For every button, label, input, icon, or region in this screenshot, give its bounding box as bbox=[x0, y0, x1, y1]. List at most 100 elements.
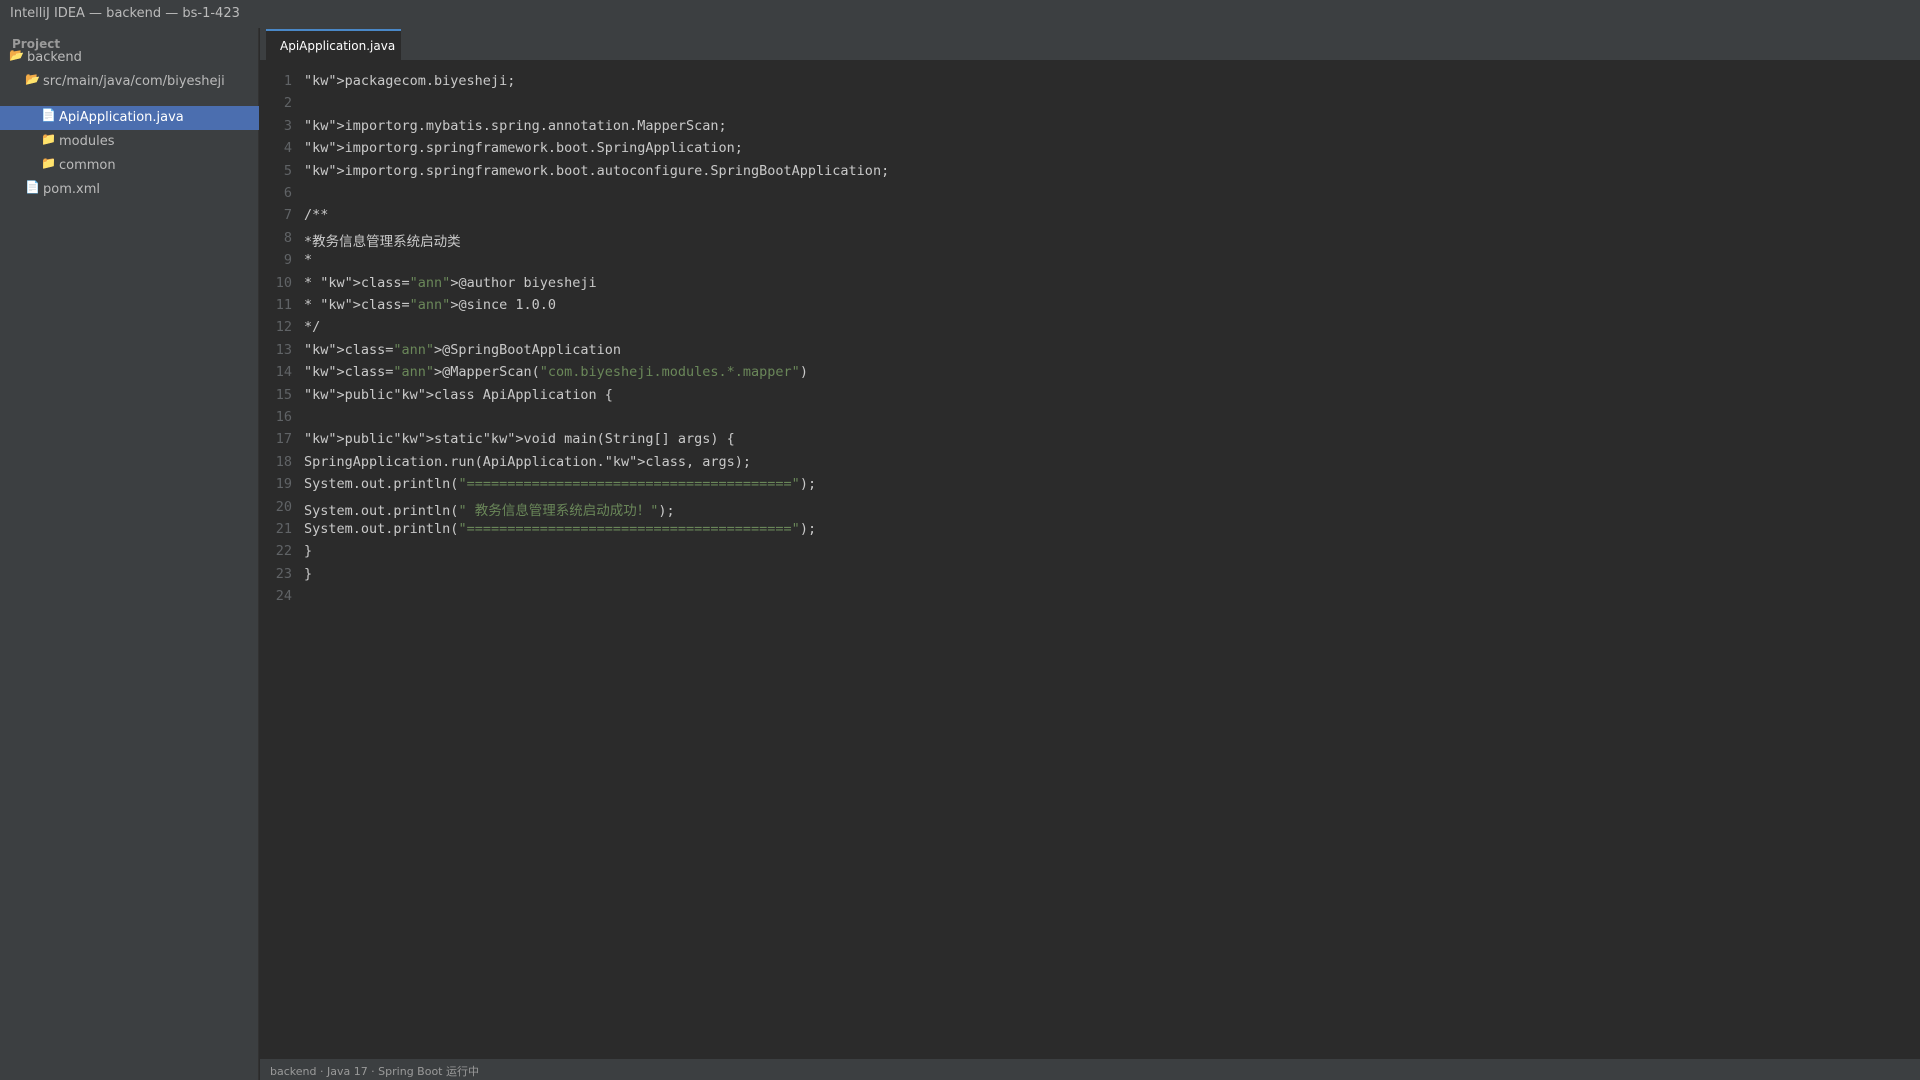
code-token: "kw">class= bbox=[304, 341, 394, 358]
tree-item-backend[interactable]: 📂 backend bbox=[0, 46, 259, 70]
code-token: SpringApplication.run(ApiApplication."kw… bbox=[304, 453, 752, 470]
tree-item-apiapplication[interactable]: 📄 ApiApplication.java bbox=[0, 106, 259, 130]
line-number: 24 bbox=[275, 588, 292, 605]
line-code: System.out.println("====================… bbox=[304, 521, 816, 537]
folder-open-icon: 📂 bbox=[25, 72, 40, 86]
line-number: 19 bbox=[275, 476, 292, 493]
window-title: IntelliJ IDEA — backend — bs-1-423 bbox=[10, 6, 240, 21]
code-line[interactable]: 3 "kw">importorg.mybatis.spring.annotatio… bbox=[260, 118, 1920, 140]
string-token: " 教务信息管理系统启动成功！" bbox=[458, 502, 659, 519]
code-line[interactable]: 21 System.out.println("==================… bbox=[260, 521, 1920, 543]
code-token: System.out.println( bbox=[304, 521, 459, 537]
tree-item-label: backend bbox=[27, 50, 82, 65]
line-code: * "kw">class="ann">@author biyesheji bbox=[304, 275, 597, 291]
code-token: ); bbox=[799, 521, 817, 537]
line-code: /** bbox=[304, 207, 328, 223]
tree-item-src-folder[interactable]: 📂 src/main/java/com/biyesheji bbox=[0, 70, 259, 94]
title-bar: IntelliJ IDEA — backend — bs-1-423 bbox=[0, 0, 1920, 28]
tree-item-label: src/main/java/com/biyesheji bbox=[43, 74, 225, 89]
string-token: "com.biyesheji.modules.*.mapper" bbox=[539, 364, 800, 381]
file-icon: 📄 bbox=[41, 108, 56, 122]
line-code: * bbox=[304, 252, 312, 268]
code-line[interactable]: 13 "kw">class="ann">@SpringBootApplicatio… bbox=[260, 342, 1920, 364]
string-token: "=======================================… bbox=[458, 521, 800, 537]
line-number: 13 bbox=[275, 341, 292, 358]
code-line[interactable]: 5 "kw">importorg.springframework.boot.aut… bbox=[260, 163, 1920, 185]
line-number: 7 bbox=[283, 207, 292, 224]
code-line[interactable]: 16 bbox=[260, 409, 1920, 431]
line-number: 23 bbox=[275, 565, 292, 582]
code-token: System.out.println( bbox=[304, 476, 459, 493]
code-line[interactable]: 20 System.out.println(" 教务信息管理系统启动成功！"); bbox=[260, 499, 1920, 521]
line-number: 4 bbox=[283, 140, 292, 157]
code-line[interactable]: 9 * bbox=[260, 252, 1920, 274]
editor-tab-bar: ApiApplication.java bbox=[260, 28, 1920, 60]
tree-item-modules[interactable]: 📁 modules bbox=[0, 130, 259, 154]
annotation-token: "ann" bbox=[393, 364, 435, 381]
line-code: System.out.println("====================… bbox=[304, 476, 816, 492]
code-line[interactable]: 17 "kw">public"kw">static"kw">void main(S… bbox=[260, 431, 1920, 453]
code-line[interactable]: 8 *教务信息管理系统启动类 bbox=[260, 230, 1920, 252]
line-code: "kw">class="ann">@SpringBootApplication bbox=[304, 342, 621, 358]
code-editor[interactable]: 1 "kw">packagecom.biyesheji; 2 3 "kw">import… bbox=[260, 60, 1920, 1059]
code-line[interactable]: 14 "kw">class="ann">@MapperScan("com.biye… bbox=[260, 364, 1920, 386]
code-line[interactable]: 4 "kw">importorg.springframework.boot.Spr… bbox=[260, 140, 1920, 162]
file-icon: 📄 bbox=[25, 180, 40, 194]
code-token: } bbox=[304, 565, 313, 582]
folder-icon: 📁 bbox=[41, 132, 56, 146]
code-token: "kw">public"kw">static"kw">void main(Str… bbox=[304, 431, 735, 448]
code-token: */ bbox=[304, 319, 321, 336]
tree-item-label: modules bbox=[59, 134, 115, 149]
tree-item-label: common bbox=[59, 158, 116, 173]
code-token: /** bbox=[304, 207, 329, 224]
code-token: * "kw">class= bbox=[304, 274, 410, 291]
annotation-token: "ann" bbox=[409, 297, 451, 313]
code-line[interactable]: 10 * "kw">class="ann">@author biyesheji bbox=[260, 275, 1920, 297]
tree-item-common[interactable]: 📁 common bbox=[0, 154, 259, 178]
line-number: 12 bbox=[275, 319, 292, 336]
code-token: "kw">importorg.mybatis.spring.annotation… bbox=[304, 117, 727, 134]
line-code: } bbox=[304, 543, 312, 559]
tree-item-label: pom.xml bbox=[43, 182, 100, 197]
line-number: 8 bbox=[283, 229, 292, 246]
tree-item-pom[interactable]: 📄 pom.xml bbox=[0, 178, 259, 202]
tree-item-label: ApiApplication.java bbox=[59, 110, 184, 125]
code-line[interactable]: 22} bbox=[260, 543, 1920, 565]
line-code: * "kw">class="ann">@since 1.0.0 bbox=[304, 297, 556, 313]
tab-apiapplication[interactable]: ApiApplication.java bbox=[266, 29, 401, 60]
line-code: "kw">public"kw">class ApiApplication { bbox=[304, 387, 613, 403]
code-line[interactable]: 18 SpringApplication.run(ApiApplication."… bbox=[260, 454, 1920, 476]
line-number: 1 bbox=[283, 73, 292, 89]
line-number: 20 bbox=[275, 498, 292, 515]
code-line[interactable]: 11 * "kw">class="ann">@since 1.0.0 bbox=[260, 297, 1920, 319]
line-number: 3 bbox=[283, 117, 292, 134]
code-line[interactable]: 2 bbox=[260, 95, 1920, 117]
line-number: 5 bbox=[283, 162, 292, 179]
line-code: *教务信息管理系统启动类 bbox=[304, 230, 461, 250]
code-line[interactable]: 23} bbox=[260, 566, 1920, 588]
line-number: 10 bbox=[275, 274, 292, 291]
code-line[interactable]: 6 bbox=[260, 185, 1920, 207]
code-token: "kw">packagecom.biyesheji; bbox=[304, 73, 516, 89]
line-number: 17 bbox=[275, 431, 292, 448]
code-line[interactable]: 15 "kw">public"kw">class ApiApplication { bbox=[260, 387, 1920, 409]
line-number: 2 bbox=[283, 95, 292, 112]
annotation-token: "ann" bbox=[409, 274, 451, 291]
code-token: * "kw">class= bbox=[304, 297, 410, 313]
line-code: "kw">importorg.springframework.boot.Spri… bbox=[304, 140, 743, 156]
folder-icon: 📁 bbox=[41, 156, 56, 170]
code-line[interactable]: 12 */ bbox=[260, 319, 1920, 341]
line-code: "kw">importorg.mybatis.spring.annotation… bbox=[304, 118, 727, 134]
code-line[interactable]: 24 bbox=[260, 588, 1920, 610]
code-token: >@author biyesheji bbox=[450, 274, 597, 291]
code-line[interactable]: 7 /** bbox=[260, 207, 1920, 229]
code-line[interactable]: 19 System.out.println("==================… bbox=[260, 476, 1920, 498]
code-line[interactable]: 1 "kw">packagecom.biyesheji; bbox=[260, 73, 1920, 95]
line-number: 18 bbox=[275, 453, 292, 470]
tab-label: ApiApplication.java bbox=[280, 39, 396, 53]
code-token: "kw">class= bbox=[304, 364, 394, 381]
status-text: backend · Java 17 · Spring Boot 运行中 bbox=[270, 1065, 479, 1078]
line-number: 21 bbox=[275, 521, 292, 537]
code-token: System.out.println( bbox=[304, 502, 459, 519]
line-number: 15 bbox=[275, 386, 292, 403]
